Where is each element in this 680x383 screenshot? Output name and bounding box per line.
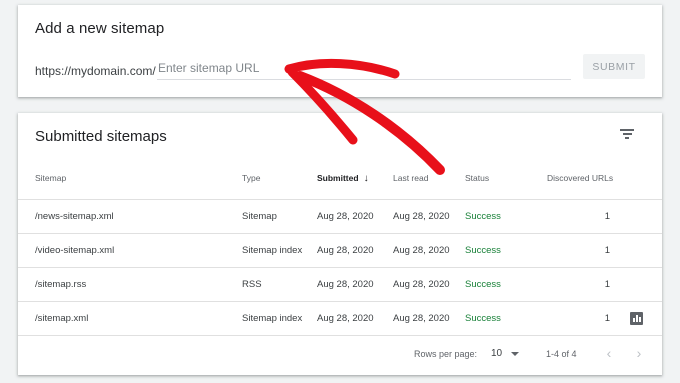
cell-status: Success (465, 211, 501, 222)
cell-sitemap: /sitemap.rss (35, 279, 87, 290)
submit-button[interactable]: SUBMIT (583, 54, 645, 79)
domain-prefix: https://mydomain.com/ (35, 64, 156, 78)
pagination-range: 1-4 of 4 (546, 349, 577, 359)
table-row[interactable]: /news-sitemap.xml Sitemap Aug 28, 2020 A… (18, 200, 662, 234)
cell-submitted: Aug 28, 2020 (317, 279, 374, 290)
filter-list-icon[interactable] (620, 129, 634, 140)
cell-discovered-urls: 1 (604, 279, 610, 290)
column-header-type[interactable]: Type (242, 173, 260, 183)
previous-page-icon[interactable]: ‹ (600, 344, 618, 362)
submitted-sitemaps-card: Submitted sitemaps Sitemap Type Submitte… (18, 113, 662, 375)
column-header-submitted-label: Submitted (317, 173, 359, 183)
cell-last-read: Aug 28, 2020 (393, 211, 450, 222)
add-sitemap-card: Add a new sitemap https://mydomain.com/ … (18, 5, 662, 97)
cell-discovered-urls: 1 (604, 211, 610, 222)
column-header-submitted[interactable]: Submitted ↓ (317, 173, 369, 184)
cell-status: Success (465, 279, 501, 290)
cell-submitted: Aug 28, 2020 (317, 211, 374, 222)
cell-last-read: Aug 28, 2020 (393, 279, 450, 290)
cell-discovered-urls: 1 (604, 245, 610, 256)
rows-per-page-label: Rows per page: (414, 349, 478, 359)
cell-discovered-urls: 1 (604, 313, 610, 324)
cell-type: Sitemap (242, 211, 277, 222)
arrow-down-icon: ↓ (363, 173, 369, 184)
cell-last-read: Aug 28, 2020 (393, 313, 450, 324)
column-header-status[interactable]: Status (465, 173, 489, 183)
table-row[interactable]: /sitemap.rss RSS Aug 28, 2020 Aug 28, 20… (18, 268, 662, 302)
column-header-last-read[interactable]: Last read (393, 173, 428, 183)
cell-type: Sitemap index (242, 313, 303, 324)
table-row[interactable]: /sitemap.xml Sitemap index Aug 28, 2020 … (18, 302, 662, 336)
submitted-sitemaps-title: Submitted sitemaps (35, 128, 167, 145)
column-header-sitemap[interactable]: Sitemap (35, 173, 66, 183)
cell-sitemap: /video-sitemap.xml (35, 245, 115, 256)
table-pagination: Rows per page: 10 1-4 of 4 ‹ › (18, 335, 662, 375)
cell-submitted: Aug 28, 2020 (317, 313, 374, 324)
cell-submitted: Aug 28, 2020 (317, 245, 374, 256)
cell-sitemap: /news-sitemap.xml (35, 211, 114, 222)
cell-type: RSS (242, 279, 262, 290)
next-page-icon[interactable]: › (630, 344, 648, 362)
rows-per-page-select[interactable]: 10 (491, 348, 502, 359)
table-header: Sitemap Type Submitted ↓ Last read Status… (18, 171, 662, 200)
bar-chart-icon[interactable] (630, 312, 643, 325)
cell-type: Sitemap index (242, 245, 303, 256)
cell-status: Success (465, 245, 501, 256)
sitemap-url-input[interactable] (157, 57, 571, 80)
column-header-discovered-urls[interactable]: Discovered URLs (547, 173, 613, 183)
cell-status: Success (465, 313, 501, 324)
cell-sitemap: /sitemap.xml (35, 313, 89, 324)
table-row[interactable]: /video-sitemap.xml Sitemap index Aug 28,… (18, 234, 662, 268)
dropdown-arrow-icon[interactable] (511, 352, 519, 356)
cell-last-read: Aug 28, 2020 (393, 245, 450, 256)
add-sitemap-title: Add a new sitemap (35, 20, 165, 37)
